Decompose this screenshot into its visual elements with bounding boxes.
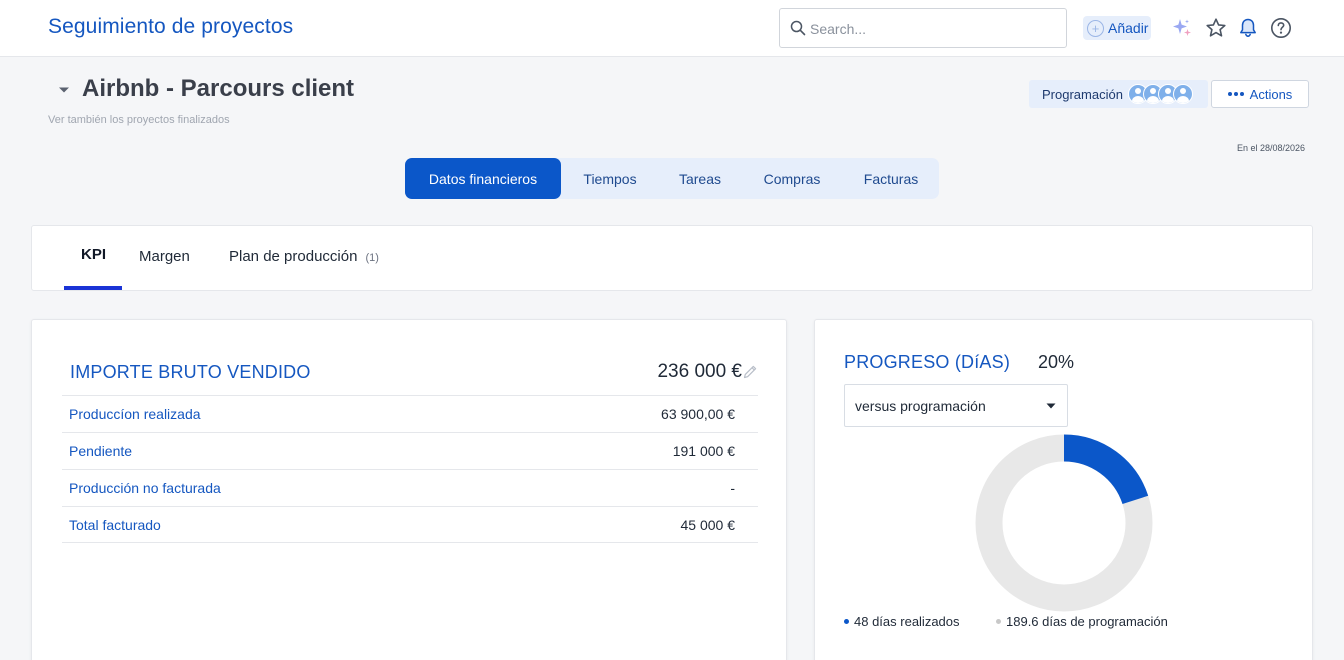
help-icon[interactable]: [1270, 17, 1292, 39]
main-tabs: Datos financieros Tiempos Tareas Compras…: [405, 158, 939, 199]
kpi-row-value: 45 000 €: [680, 517, 736, 533]
app-title[interactable]: Seguimiento de proyectos: [48, 15, 293, 39]
progress-card: PROGRESO (DíAS) 20% versus programación …: [814, 319, 1313, 660]
more-dots-icon: [1227, 92, 1244, 96]
legend-dot-done: [844, 619, 849, 624]
kpi-row-label[interactable]: Produccíon realizada: [69, 406, 201, 422]
table-row: Pendiente 191 000 €: [62, 432, 758, 469]
sub-tabs-panel: KPI Margen Plan de producción (1): [31, 225, 1313, 291]
project-title: Airbnb - Parcours client: [82, 75, 355, 102]
tab-facturas[interactable]: Facturas: [843, 158, 939, 199]
kpi-row-value: 63 900,00 €: [661, 406, 735, 422]
pencil-icon[interactable]: [742, 364, 758, 380]
date-note: En el 28/08/2026: [1236, 143, 1305, 153]
caret-down-icon[interactable]: [58, 86, 70, 94]
kpi-row-value: 191 000 €: [672, 443, 735, 459]
tab-compras[interactable]: Compras: [741, 158, 843, 199]
kpi-row-label[interactable]: Producción no facturada: [69, 480, 221, 496]
add-button-label: Añadir: [1108, 20, 1149, 36]
kpi-table: Produccíon realizada 63 900,00 € Pendien…: [62, 395, 758, 543]
progress-percent: 20%: [1038, 352, 1075, 372]
subtab-plan-produccion-label: Plan de producción: [229, 248, 358, 265]
kpi-title: IMPORTE BRUTO VENDIDO: [70, 362, 311, 382]
progress-title: PROGRESO (DíAS): [844, 352, 1011, 372]
comparison-select-value: versus programación: [855, 398, 986, 414]
table-row: Producción no facturada -: [62, 469, 758, 506]
kpi-card: IMPORTE BRUTO VENDIDO 236 000 € Produccí…: [31, 319, 787, 660]
tab-datos-financieros[interactable]: Datos financieros: [405, 158, 561, 199]
plus-circle-icon: +: [1087, 19, 1104, 37]
kpi-total-value: 236 000 €: [657, 361, 742, 382]
search-icon: [790, 20, 806, 36]
kpi-row-label[interactable]: Pendiente: [69, 443, 132, 459]
actions-label: Actions: [1249, 86, 1293, 102]
comparison-select[interactable]: versus programación: [844, 384, 1068, 427]
tab-tareas[interactable]: Tareas: [659, 158, 741, 199]
subtab-kpi[interactable]: KPI: [81, 246, 106, 263]
subtab-margen[interactable]: Margen: [139, 248, 190, 265]
avatar: [1172, 84, 1193, 104]
kpi-row-label[interactable]: Total facturado: [69, 517, 161, 533]
tab-tiempos[interactable]: Tiempos: [561, 158, 659, 199]
legend-planned: 189.6 días de programación: [996, 614, 1168, 629]
top-bar: Seguimiento de proyectos + Añadir: [0, 0, 1344, 57]
planning-label: Programación: [1042, 86, 1123, 102]
legend-done-label: 48 días realizados: [854, 614, 960, 629]
active-tab-indicator: [64, 286, 122, 290]
legend-dot-planned: [996, 619, 1001, 624]
bell-icon[interactable]: [1237, 17, 1259, 39]
search-box[interactable]: [779, 8, 1067, 48]
add-button[interactable]: + Añadir: [1083, 16, 1151, 40]
subtab-plan-produccion[interactable]: Plan de producción (1): [229, 248, 379, 265]
table-row: Total facturado 45 000 €: [62, 506, 758, 543]
legend-done: 48 días realizados: [844, 614, 960, 629]
search-input[interactable]: [810, 18, 1050, 40]
subtab-count-badge: (1): [365, 252, 379, 264]
kpi-row-value: -: [730, 480, 735, 496]
team-avatars: [1127, 84, 1193, 104]
planning-team-button[interactable]: Programación: [1029, 80, 1208, 108]
actions-button[interactable]: Actions: [1211, 80, 1309, 108]
legend-planned-label: 189.6 días de programación: [1006, 614, 1168, 629]
table-row: Produccíon realizada 63 900,00 €: [62, 395, 758, 432]
show-finished-projects-link[interactable]: Ver también los proyectos finalizados: [48, 114, 230, 126]
sparkle-icon[interactable]: [1171, 17, 1193, 39]
star-icon[interactable]: [1205, 17, 1227, 39]
progress-donut-chart: [975, 434, 1153, 612]
chevron-down-icon: [1046, 403, 1056, 409]
